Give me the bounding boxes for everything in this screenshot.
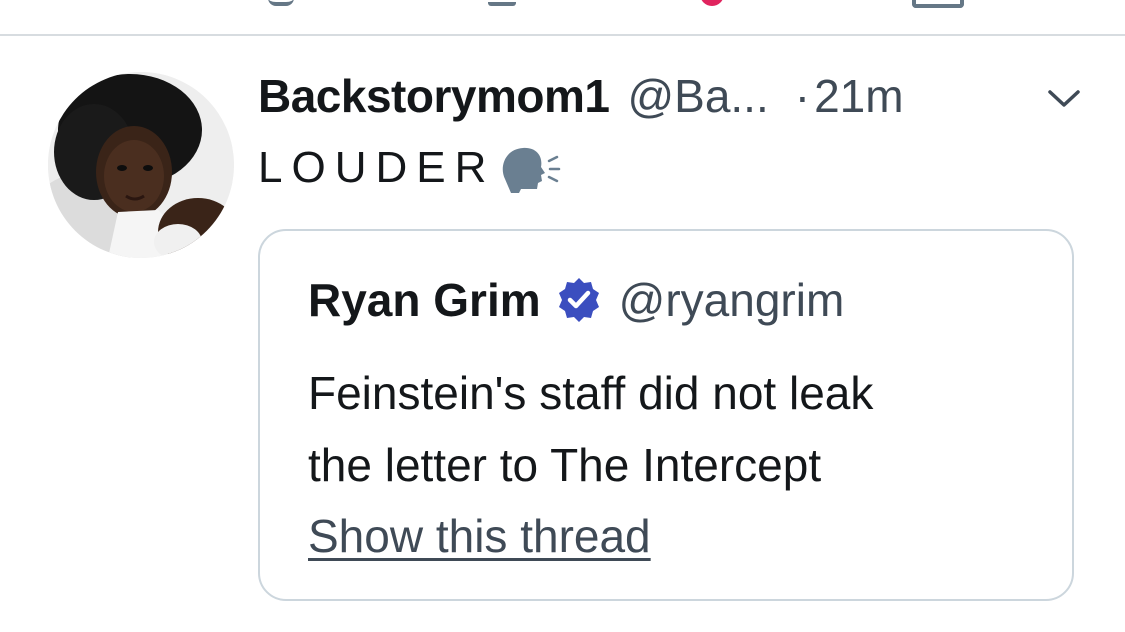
speaking-head-icon — [503, 147, 561, 193]
chevron-down-icon[interactable] — [1046, 86, 1082, 110]
tweet-text: LOUDER — [258, 140, 561, 196]
quoted-tweet-line-2: the letter to The Intercept — [308, 439, 822, 491]
quoted-tweet-line-1: Feinstein's staff did not leak — [308, 367, 874, 419]
tweet-author-name[interactable]: Backstorymom1 — [258, 69, 610, 123]
tweet-text-content: LOUDER — [258, 143, 496, 192]
reply-icon[interactable] — [268, 0, 294, 6]
tweet-header: Backstorymom1 @Ba... · 21m — [258, 68, 904, 124]
quoted-author-name[interactable]: Ryan Grim — [308, 273, 541, 327]
quoted-tweet-card[interactable]: Ryan Grim @ryangrim Feinstein's staff di… — [258, 229, 1074, 601]
quoted-tweet-text: Feinstein's staff did not leak the lette… — [308, 357, 1048, 501]
header-separator-dot: · — [794, 70, 811, 122]
retweet-icon[interactable] — [488, 0, 516, 6]
avatar-image — [48, 72, 234, 258]
tweet-action-bar-above — [0, 0, 1125, 34]
like-icon[interactable] — [700, 0, 724, 6]
verified-badge-icon — [558, 278, 599, 322]
show-thread-link[interactable]: Show this thread — [308, 509, 651, 563]
tweet-divider — [0, 34, 1125, 36]
quoted-author-handle[interactable]: @ryangrim — [619, 273, 845, 327]
tweet-author-handle[interactable]: @Ba... — [627, 69, 768, 123]
quoted-tweet-header: Ryan Grim @ryangrim — [308, 271, 844, 329]
tweet-timestamp[interactable]: 21m — [814, 69, 903, 123]
avatar[interactable] — [48, 72, 234, 258]
share-icon[interactable] — [912, 0, 964, 8]
